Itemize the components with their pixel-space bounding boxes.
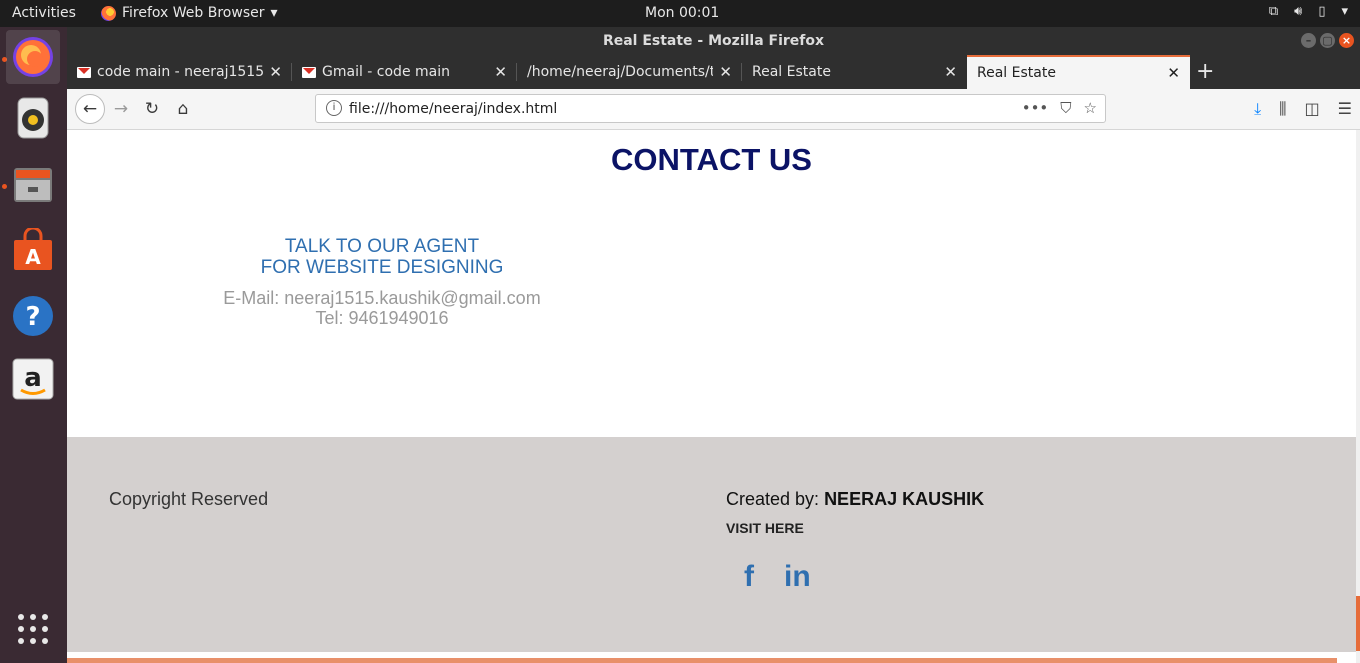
tab-code-main[interactable]: code main - neeraj1515.k ✕ xyxy=(67,55,292,89)
created-by-name: NEERAJ KAUSHIK xyxy=(824,489,985,509)
tab-label: Gmail - code main xyxy=(322,64,450,80)
grid-icon xyxy=(18,614,48,644)
contact-phone: Tel: 9461949016 xyxy=(315,308,449,328)
new-tab-button[interactable]: + xyxy=(1196,59,1214,84)
chevron-down-icon: ▾ xyxy=(1341,4,1348,19)
toolbar-right: ⤓ ⫼ ◫ ☰ xyxy=(1254,99,1352,119)
app-menu[interactable]: Firefox Web Browser ▾ xyxy=(101,5,278,21)
show-applications-button[interactable] xyxy=(6,602,60,656)
scrollbar-thumb[interactable] xyxy=(1356,596,1360,651)
download-icon[interactable]: ⤓ xyxy=(1254,99,1261,119)
page-title: CONTACT US xyxy=(611,142,812,177)
facebook-icon[interactable]: f xyxy=(744,560,754,594)
battery-icon: ▯ xyxy=(1318,4,1326,19)
bottom-stripe xyxy=(67,658,1337,663)
reload-button[interactable]: ↻ xyxy=(140,97,164,121)
launcher-rhythmbox[interactable] xyxy=(6,91,60,145)
close-tab-icon[interactable]: ✕ xyxy=(1167,64,1180,82)
visit-here-label: VISIT HERE xyxy=(726,520,804,536)
linkedin-icon[interactable]: in xyxy=(784,560,811,594)
menu-icon[interactable]: ☰ xyxy=(1338,99,1352,119)
close-tab-icon[interactable]: ✕ xyxy=(944,63,957,81)
social-links: f in xyxy=(744,560,811,594)
tab-label: code main - neeraj1515.k xyxy=(97,64,264,80)
created-by-label: Created by: xyxy=(726,489,825,509)
launcher: A ? a xyxy=(0,27,67,663)
volume-icon: 🔊︎ xyxy=(1294,4,1303,19)
navigation-toolbar: ← → ↻ ⌂ i file:///home/neeraj/index.html… xyxy=(67,89,1360,130)
system-tray[interactable]: ⧉ 🔊︎ ▯ ▾ xyxy=(1269,4,1348,19)
url-bar[interactable]: i file:///home/neeraj/index.html ••• ⛉ ☆ xyxy=(315,94,1106,123)
activities-button[interactable]: Activities xyxy=(12,5,76,21)
launcher-amazon[interactable]: a xyxy=(6,352,60,406)
back-button[interactable]: ← xyxy=(75,94,105,124)
app-menu-label: Firefox Web Browser xyxy=(122,5,265,21)
window-title: Real Estate - Mozilla Firefox xyxy=(602,33,825,49)
firefox-icon xyxy=(13,37,53,77)
library-icon[interactable]: ⫼ xyxy=(1279,99,1286,119)
footer: Copyright Reserved Created by: NEERAJ KA… xyxy=(67,437,1356,652)
file-cabinet-icon xyxy=(14,168,52,202)
forward-button[interactable]: → xyxy=(109,97,133,121)
maximize-button[interactable]: ▢ xyxy=(1320,33,1335,48)
home-button[interactable]: ⌂ xyxy=(171,97,195,121)
scrollbar-track[interactable] xyxy=(1356,130,1360,663)
chevron-down-icon: ▾ xyxy=(270,5,278,21)
tab-label: /home/neeraj/Documents/t xyxy=(527,64,714,80)
agent-heading-line2: FOR WEBSITE DESIGNING xyxy=(260,257,504,278)
web-page: CONTACT US TALK TO OUR AGENT FOR WEBSITE… xyxy=(67,130,1356,663)
launcher-software[interactable]: A xyxy=(6,223,60,277)
url-text[interactable]: file:///home/neeraj/index.html xyxy=(349,101,557,117)
launcher-help[interactable]: ? xyxy=(6,289,60,343)
info-icon[interactable]: i xyxy=(326,100,342,116)
close-tab-icon[interactable]: ✕ xyxy=(494,63,507,81)
sidebar-icon[interactable]: ◫ xyxy=(1305,99,1320,119)
tab-gmail[interactable]: Gmail - code main ✕ xyxy=(292,55,517,89)
pocket-icon[interactable]: ⛉ xyxy=(1060,99,1071,117)
tab-label: Real Estate xyxy=(752,64,831,80)
close-button[interactable]: × xyxy=(1339,33,1354,48)
top-panel: Activities Firefox Web Browser ▾ Mon 00:… xyxy=(0,0,1360,27)
speaker-icon xyxy=(17,97,49,139)
gmail-icon xyxy=(302,66,316,78)
firefox-icon xyxy=(101,5,116,21)
clock[interactable]: Mon 00:01 xyxy=(645,5,719,21)
created-by: Created by: NEERAJ KAUSHIK xyxy=(726,489,984,510)
gmail-icon xyxy=(77,66,91,78)
svg-text:A: A xyxy=(25,245,41,269)
shopping-bag-icon: A xyxy=(14,228,52,270)
launcher-files[interactable] xyxy=(6,157,60,211)
window-titlebar: Real Estate - Mozilla Firefox – ▢ × xyxy=(67,27,1360,55)
svg-text:a: a xyxy=(24,363,42,393)
tab-real-estate-active[interactable]: Real Estate ✕ xyxy=(967,55,1190,89)
amazon-icon: a xyxy=(12,358,54,400)
tab-label: Real Estate xyxy=(977,65,1056,81)
bookmark-star-icon[interactable]: ☆ xyxy=(1084,99,1097,117)
tab-bar: code main - neeraj1515.k ✕ Gmail - code … xyxy=(67,55,1360,89)
more-actions-icon[interactable]: ••• xyxy=(1022,99,1049,117)
svg-text:?: ? xyxy=(25,302,40,332)
url-actions: ••• ⛉ ☆ xyxy=(1022,99,1097,117)
agent-contact-block: TALK TO OUR AGENT FOR WEBSITE DESIGNING … xyxy=(182,236,582,328)
contact-email: E-Mail: neeraj1515.kaushik@gmail.com xyxy=(223,288,541,308)
launcher-firefox[interactable] xyxy=(6,30,60,84)
copyright-text: Copyright Reserved xyxy=(109,489,269,509)
tab-real-estate[interactable]: Real Estate ✕ xyxy=(742,55,967,89)
close-tab-icon[interactable]: ✕ xyxy=(269,63,282,81)
minimize-button[interactable]: – xyxy=(1301,33,1316,48)
window-controls: – ▢ × xyxy=(1301,33,1354,48)
help-icon: ? xyxy=(13,296,53,336)
tab-documents[interactable]: /home/neeraj/Documents/t ✕ xyxy=(517,55,742,89)
close-tab-icon[interactable]: ✕ xyxy=(719,63,732,81)
agent-heading-line1: TALK TO OUR AGENT xyxy=(284,236,480,257)
network-icon: ⧉ xyxy=(1268,4,1279,19)
